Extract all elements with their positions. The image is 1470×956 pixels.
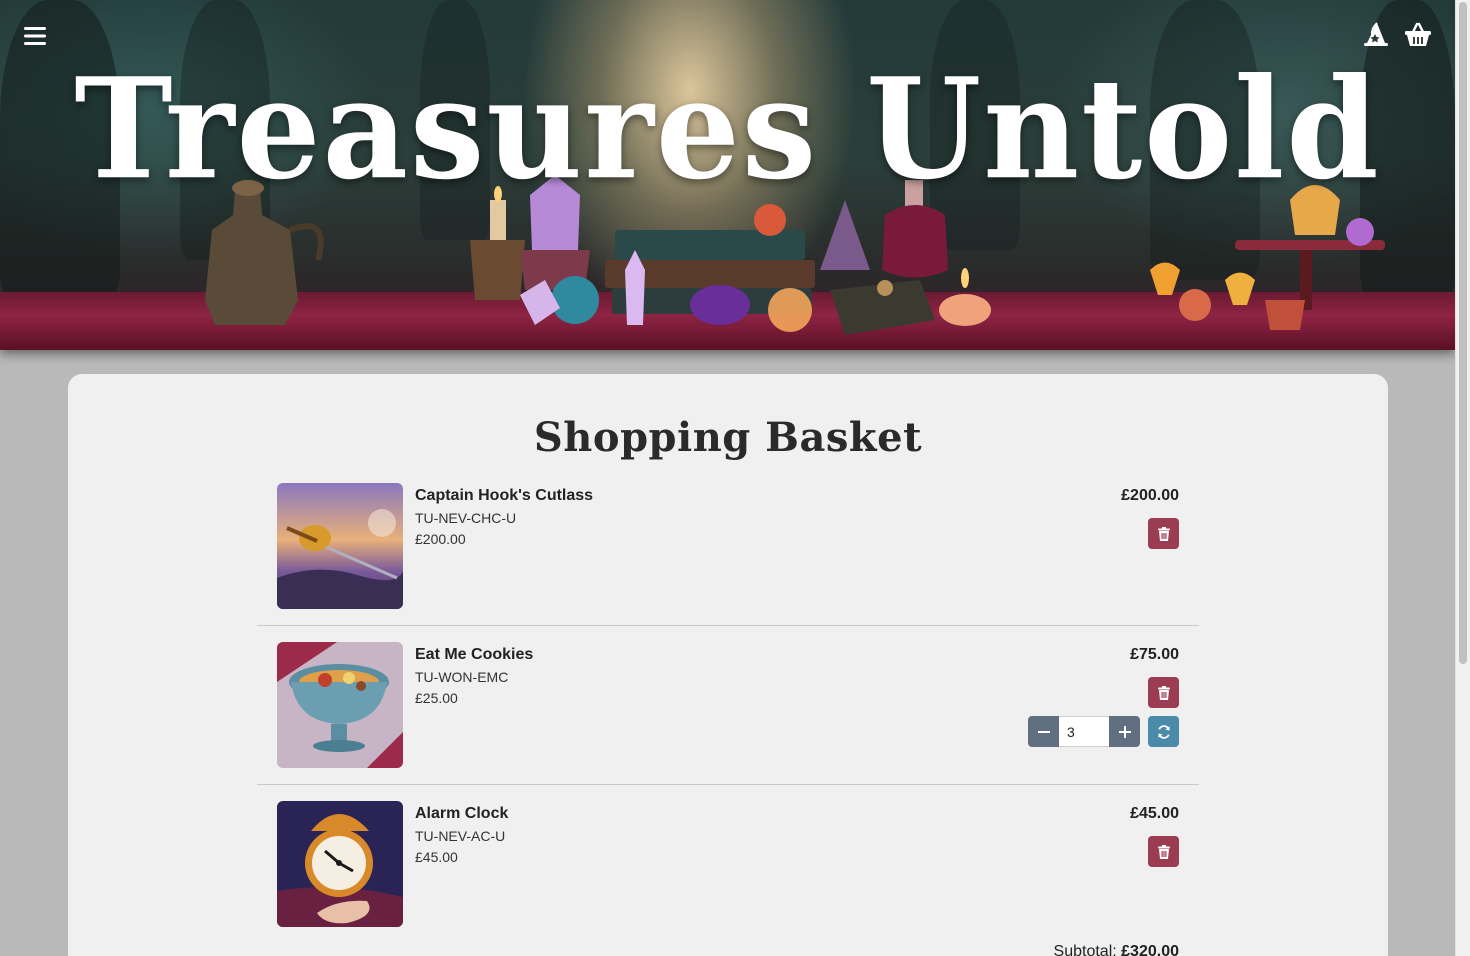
site-title[interactable]: Treasures Untold [0,48,1455,211]
page-scrollbar[interactable] [1455,0,1470,956]
item-unit-price: £45.00 [415,849,458,865]
shopping-basket-icon[interactable] [1402,20,1434,50]
hero-banner: Treasures Untold [0,0,1455,350]
basket-card: Shopping Basket Captain Hook's Cutlass T… [68,374,1388,956]
subtotal-label: Subtotal: [1053,943,1117,956]
trash-icon [1157,526,1170,541]
increase-quantity-button[interactable] [1109,716,1140,747]
item-unit-price: £25.00 [415,690,458,706]
hamburger-menu-icon[interactable] [20,22,50,50]
trash-icon [1157,844,1170,859]
basket-subtotal: Subtotal: £320.00 [1054,943,1179,956]
item-sku: TU-WON-EMC [415,669,509,685]
item-name[interactable]: Eat Me Cookies [415,646,533,664]
quantity-stepper [1028,716,1179,747]
item-line-total: £75.00 [1130,646,1179,663]
item-name[interactable]: Alarm Clock [415,805,508,823]
cutlass-image[interactable] [277,483,403,609]
delete-item-button[interactable] [1148,518,1179,549]
item-sku: TU-NEV-CHC-U [415,510,517,526]
subtotal-value: £320.00 [1121,943,1179,956]
delete-item-button[interactable] [1148,836,1179,867]
trash-icon [1157,685,1170,700]
divider [257,625,1199,626]
divider [257,784,1199,785]
item-name[interactable]: Captain Hook's Cutlass [415,487,593,505]
update-quantity-button[interactable] [1148,716,1179,747]
page-title: Shopping Basket [533,414,923,461]
delete-item-button[interactable] [1148,677,1179,708]
basket-item: Eat Me Cookies TU-WON-EMC £25.00 £75.00 [257,642,1199,772]
cookies-image[interactable] [277,642,403,768]
item-unit-price: £200.00 [415,531,466,547]
refresh-icon [1157,724,1170,739]
alarm-clock-image[interactable] [277,801,403,927]
item-line-total: £200.00 [1121,487,1179,504]
quantity-input[interactable] [1059,716,1109,747]
scrollbar-thumb[interactable] [1459,2,1467,664]
basket-item: Captain Hook's Cutlass TU-NEV-CHC-U £200… [257,483,1199,613]
plus-icon [1118,725,1131,738]
item-line-total: £45.00 [1130,805,1179,822]
item-sku: TU-NEV-AC-U [415,828,506,844]
basket-item: Alarm Clock TU-NEV-AC-U £45.00 £45.00 [257,801,1199,931]
wizard-hat-icon[interactable] [1362,20,1390,50]
decrease-quantity-button[interactable] [1028,716,1059,747]
minus-icon [1037,730,1050,733]
